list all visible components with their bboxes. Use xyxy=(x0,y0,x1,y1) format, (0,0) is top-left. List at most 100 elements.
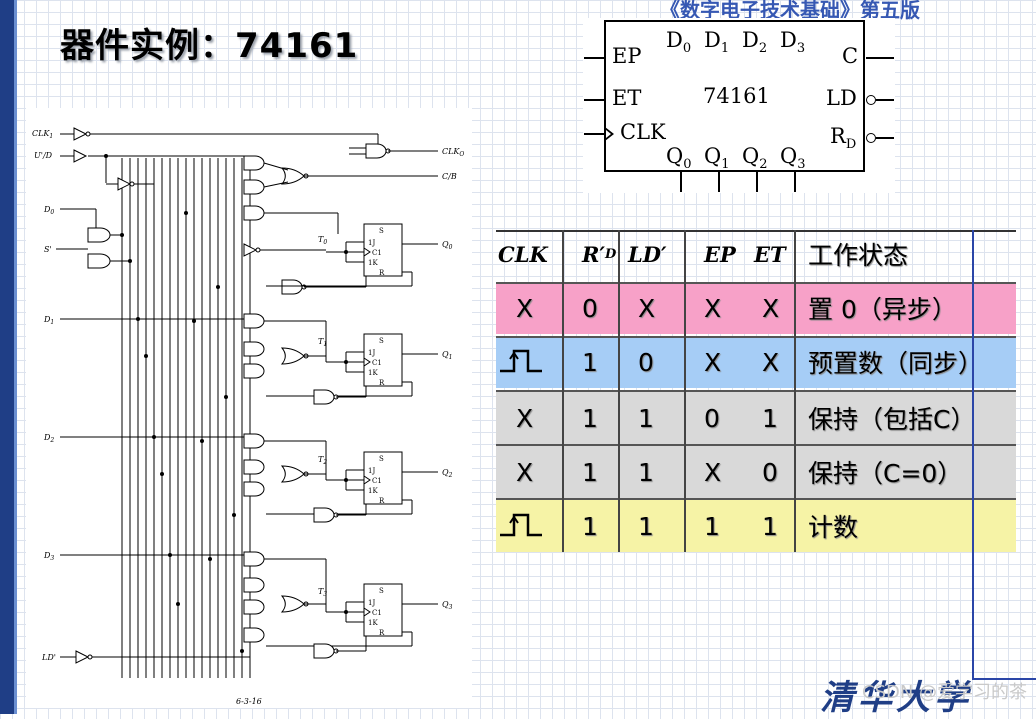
cell-clk: X xyxy=(516,293,534,323)
junction-dot xyxy=(344,478,348,482)
and-gate xyxy=(243,551,265,567)
cell-ep: X xyxy=(704,293,722,323)
cell-et: X xyxy=(762,347,780,377)
nand-gate xyxy=(313,389,335,405)
header-et: ET xyxy=(754,241,786,267)
cell-ld: 1 xyxy=(638,511,654,541)
cell-ld: 1 xyxy=(638,457,654,487)
chip-pin-et: ET xyxy=(612,86,642,110)
and-gate xyxy=(243,341,265,357)
table-row-rule xyxy=(496,336,1016,338)
ff-pin-c1: C1 xyxy=(372,249,382,257)
chip-pin-r: RD xyxy=(830,124,857,153)
input-label-d3: D3 xyxy=(43,551,54,562)
cell-ep: X xyxy=(704,347,722,377)
ff-pin-s: S xyxy=(379,337,384,345)
and-gate xyxy=(243,627,265,643)
chip-bottom-pin-lead xyxy=(794,172,796,192)
ff-pin-1j: 1J xyxy=(368,349,375,357)
junction-dot xyxy=(208,557,212,561)
chip-pin-c: C xyxy=(842,44,859,68)
junction-dot xyxy=(192,319,196,323)
cell-rd: 1 xyxy=(582,511,598,541)
truth-table-row: X 1 1 X 0 保持（C=0） xyxy=(496,446,1016,498)
output-label-q: Q2 xyxy=(442,468,453,479)
output-label-q: Q1 xyxy=(442,350,452,361)
or-gate xyxy=(280,465,305,483)
chip-right-pin-lead xyxy=(866,57,894,59)
ff-pin-1j: 1J xyxy=(368,599,375,607)
cell-state: 预置数（同步） xyxy=(808,349,984,378)
or-gate xyxy=(280,595,305,613)
cell-clk: X xyxy=(516,457,534,487)
chip-pin-q1: Q1 xyxy=(704,144,730,173)
cell-et: 1 xyxy=(762,403,778,433)
table-column-rule xyxy=(794,230,796,552)
header-ld: LD′ xyxy=(628,241,667,267)
ff-pin-r: R xyxy=(379,379,385,387)
junction-dot xyxy=(152,435,156,439)
ff-pin-1j: 1J xyxy=(368,239,375,247)
and-gate xyxy=(243,433,265,449)
figure-number: 6-3-16 xyxy=(236,697,262,706)
truth-table-row: 1 1 1 1 计数 xyxy=(496,500,1016,552)
header-ep: EP xyxy=(704,241,736,267)
cell-rd: 0 xyxy=(582,293,598,323)
chip-pin-q0: Q0 xyxy=(666,144,692,173)
junction-dot xyxy=(168,553,172,557)
and-gate xyxy=(87,227,111,243)
junction-dot xyxy=(144,354,148,358)
chip-left-pin-lead xyxy=(584,99,604,101)
or-gate xyxy=(280,347,305,365)
cell-ld: X xyxy=(638,293,656,323)
header-clk: CLK xyxy=(498,241,548,267)
buffer-gate xyxy=(73,149,88,163)
table-row-rule xyxy=(496,498,1016,500)
junction-dot xyxy=(104,154,108,158)
inverter-gate xyxy=(117,177,132,191)
inversion-bubble-icon xyxy=(87,654,93,660)
left-accent-bar xyxy=(0,0,14,714)
junction-dot xyxy=(136,317,140,321)
cell-rd: 1 xyxy=(582,403,598,433)
corner-line-vertical xyxy=(972,230,974,680)
ff-pin-r: R xyxy=(379,269,385,277)
input-label-ud: U'/D xyxy=(34,151,53,160)
and-gate xyxy=(243,599,265,615)
cell-ld: 1 xyxy=(638,403,654,433)
truth-table-header: CLK R′ D LD′ EP ET 工作状态 xyxy=(496,228,1016,280)
ff-pin-c1: C1 xyxy=(372,477,382,485)
chip-bottom-pin-lead xyxy=(680,172,682,192)
inversion-bubble-icon xyxy=(866,133,876,143)
inverter-gate xyxy=(75,650,90,664)
chip-name: 74161 xyxy=(703,84,770,108)
ff-pin-1k: 1K xyxy=(368,619,378,627)
cell-rd: 1 xyxy=(582,457,598,487)
input-label-d2: D2 xyxy=(43,433,54,444)
table-row-rule xyxy=(496,390,1016,392)
inverter-gate xyxy=(73,127,88,141)
clock-triangle-inner-icon xyxy=(606,130,611,138)
ff-pin-s: S xyxy=(379,455,384,463)
table-column-rule xyxy=(618,230,620,552)
cell-clk-pulse xyxy=(496,336,562,388)
watermark: CSDN @爱学习的茶 xyxy=(862,682,1028,703)
ff-pin-1k: 1K xyxy=(368,369,378,377)
schematic-wire xyxy=(263,181,289,188)
chip-pin-q2: Q2 xyxy=(742,144,768,173)
nand-gate xyxy=(365,143,387,159)
cell-state: 计数 xyxy=(808,513,859,542)
table-column-rule xyxy=(684,230,686,552)
schematic-diagram: CLK1U'/D CLKOC/BD0S'T0S1JC11KRQ0S1JC11KRQ… xyxy=(32,127,464,706)
inversion-bubble-icon xyxy=(255,247,261,253)
and-gate xyxy=(87,253,111,269)
slide-title: 器件实例：74161 xyxy=(60,26,359,66)
cell-et: 1 xyxy=(762,511,778,541)
nand-gate xyxy=(313,643,335,659)
inversion-bubble-icon xyxy=(85,131,91,137)
ff-pin-r: R xyxy=(379,629,385,637)
output-label-clko: CLKO xyxy=(442,147,464,158)
chip-pin-d0: D0 xyxy=(666,28,692,57)
nand-gate xyxy=(313,507,335,523)
ff-pin-s: S xyxy=(379,587,384,595)
